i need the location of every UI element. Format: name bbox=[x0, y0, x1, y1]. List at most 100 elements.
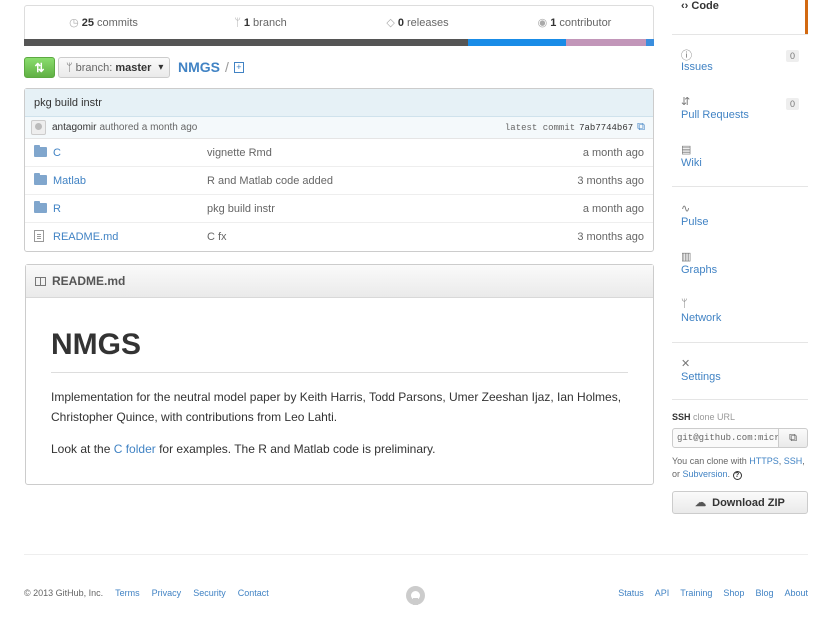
language-segment[interactable] bbox=[646, 39, 654, 46]
footer-link-contact[interactable]: Contact bbox=[238, 588, 269, 598]
nav-item-wiki[interactable]: ▤ Wiki bbox=[672, 143, 808, 169]
repo-root-link[interactable]: NMGS bbox=[178, 59, 220, 75]
readme-filename: README.md bbox=[52, 274, 126, 288]
commits-stat[interactable]: ◷ 25 commits bbox=[25, 6, 182, 39]
https-clone-link[interactable]: HTTPS bbox=[749, 456, 779, 466]
file-name-link[interactable]: C bbox=[53, 147, 207, 159]
releases-count: 0 bbox=[397, 16, 404, 29]
clone-url-input[interactable]: git@github.com:microbiome/NMGS.git bbox=[672, 428, 779, 448]
footer-link-training[interactable]: Training bbox=[680, 588, 712, 598]
commit-sha[interactable]: 7ab7744b67 bbox=[579, 123, 633, 133]
releases-label: releases bbox=[407, 16, 449, 29]
commits-count: 25 bbox=[81, 16, 94, 29]
clipboard-icon[interactable]: ⧉ bbox=[637, 121, 645, 134]
table-row: Cvignette Rmd a month ago bbox=[25, 139, 653, 167]
footer-link-shop[interactable]: Shop bbox=[723, 588, 744, 598]
commit-author[interactable]: antagomir bbox=[52, 122, 96, 133]
nav-divider bbox=[672, 342, 808, 343]
clone-help-prefix: You can clone with bbox=[672, 456, 750, 466]
readme-title: NMGS bbox=[51, 328, 628, 373]
help-icon[interactable]: ? bbox=[732, 471, 742, 480]
nav-item-issues[interactable]: ⓘ Issues 0 bbox=[672, 47, 808, 73]
language-segment[interactable] bbox=[24, 39, 469, 46]
footer-link-security[interactable]: Security bbox=[193, 588, 226, 598]
latest-commit-label: latest commit bbox=[504, 122, 576, 133]
language-segment[interactable] bbox=[565, 39, 647, 46]
branch-count: 1 bbox=[243, 16, 251, 29]
contributors-stat[interactable]: ◉ 1 contributor bbox=[496, 6, 653, 39]
releases-stat[interactable]: ◇ 0 releases bbox=[339, 6, 496, 39]
footer-link-blog[interactable]: Blog bbox=[755, 588, 773, 598]
footer-left: © 2013 GitHub, Inc. Terms Privacy Security… bbox=[24, 588, 269, 598]
file-age: a month ago bbox=[582, 202, 644, 215]
clone-help-text: You can clone with HTTPS, SSH, or Subver… bbox=[672, 455, 812, 481]
footer-link-terms[interactable]: Terms bbox=[115, 588, 140, 598]
ssh-clone-link[interactable]: SSH bbox=[784, 456, 803, 466]
file-list: Cvignette Rmd a month ago Matlab R and Matl… bbox=[25, 139, 653, 251]
file-age: 3 months ago bbox=[577, 231, 644, 243]
subversion-clone-link[interactable]: Subversion bbox=[683, 469, 728, 479]
footer-link-about[interactable]: About bbox=[784, 588, 808, 598]
folder-icon bbox=[25, 145, 53, 160]
nav-item-graphs[interactable]: ▥ Graphs bbox=[672, 250, 808, 276]
compare-button[interactable]: ⇅ bbox=[24, 57, 55, 78]
download-zip-label: Download ZIP bbox=[712, 496, 785, 509]
breadcrumb: NMGS / + bbox=[178, 59, 244, 75]
nav-item-pull-requests[interactable]: ⇵ Pull Requests 0 bbox=[672, 95, 808, 121]
code-icon: ‹› bbox=[681, 0, 689, 12]
breadcrumb-separator: / bbox=[225, 59, 229, 75]
nav-code-label: Code bbox=[691, 0, 719, 12]
file-age: a month ago bbox=[582, 146, 644, 159]
copy-url-button[interactable]: ⧉ bbox=[779, 428, 808, 448]
readme-paragraph-2: Look at the C folder for examples. The R… bbox=[51, 439, 628, 459]
file-name-link[interactable]: README.md bbox=[53, 231, 207, 243]
organization-icon: ◉ bbox=[537, 17, 548, 29]
table-row: Matlab R and Matlab code added 3 months ag… bbox=[25, 167, 653, 195]
readme-paragraph: Implementation for the neutral model pap… bbox=[51, 390, 622, 424]
readme-text: Look at the bbox=[51, 442, 114, 456]
nav-graphs-label: Graphs bbox=[681, 264, 718, 276]
folder-icon bbox=[25, 201, 53, 216]
branch-select-button[interactable]: ᛘ branch: master ▾ bbox=[58, 57, 170, 78]
file-name-link[interactable]: Matlab bbox=[53, 175, 207, 187]
avatar[interactable] bbox=[31, 120, 46, 135]
commit-message[interactable]: pkg build instr bbox=[34, 97, 102, 109]
chevron-down-icon: ▾ bbox=[158, 62, 164, 73]
footer-link-status[interactable]: Status bbox=[618, 588, 644, 598]
latest-commit-message[interactable]: pkg build instr bbox=[25, 89, 653, 117]
clone-protocol: SSH bbox=[672, 412, 691, 422]
file-commit-message[interactable]: R and Matlab code added bbox=[207, 175, 553, 187]
cloud-download-icon: ☁ bbox=[695, 497, 707, 509]
nav-item-network[interactable]: ᛘ Network bbox=[672, 298, 808, 324]
new-file-icon[interactable]: + bbox=[233, 61, 244, 73]
nav-item-pulse[interactable]: ∿ Pulse bbox=[672, 202, 808, 228]
download-zip-button[interactable]: ☁ Download ZIP bbox=[672, 491, 808, 514]
branches-stat[interactable]: ᛘ 1 branch bbox=[182, 6, 339, 39]
footer-link-privacy[interactable]: Privacy bbox=[152, 588, 182, 598]
commit-meta: antagomir authored a month ago latest co… bbox=[25, 117, 653, 139]
readme-body: NMGS Implementation for the neutral mode… bbox=[26, 298, 653, 459]
footer-copyright: © 2013 GitHub, Inc. bbox=[24, 588, 104, 598]
file-name-link[interactable]: R bbox=[53, 203, 207, 215]
branch-icon: ᛘ bbox=[66, 61, 73, 74]
tag-icon: ◇ bbox=[386, 17, 395, 29]
language-segment[interactable] bbox=[468, 39, 566, 46]
readme-panel: README.md NMGS Implementation for the ne… bbox=[25, 264, 654, 485]
language-bar[interactable] bbox=[24, 39, 654, 46]
file-commit-message[interactable]: pkg build instr bbox=[207, 203, 553, 215]
nav-item-code[interactable]: ‹› Code bbox=[672, 0, 808, 34]
repo-stats-bar: ◷ 25 commits ᛘ 1 branch ◇ 0 releases ◉ 1… bbox=[24, 5, 654, 39]
file-commit-message[interactable]: C fx bbox=[207, 231, 553, 243]
nav-pulls-label: Pull Requests bbox=[681, 109, 749, 121]
github-logo-icon[interactable] bbox=[406, 586, 425, 605]
issues-counter: 0 bbox=[785, 50, 799, 62]
contributor-label: contributor bbox=[559, 16, 612, 29]
readme-text: for examples. The R and Matlab code is p… bbox=[155, 442, 436, 456]
nav-item-settings[interactable]: ✕ Settings bbox=[672, 357, 808, 383]
branch-label: branch bbox=[253, 16, 287, 29]
book-icon bbox=[35, 276, 46, 286]
branch-name: master bbox=[115, 61, 152, 74]
footer-link-api[interactable]: API bbox=[655, 588, 670, 598]
file-commit-message[interactable]: vignette Rmd bbox=[207, 147, 553, 159]
c-folder-link[interactable]: C folder bbox=[114, 442, 156, 456]
